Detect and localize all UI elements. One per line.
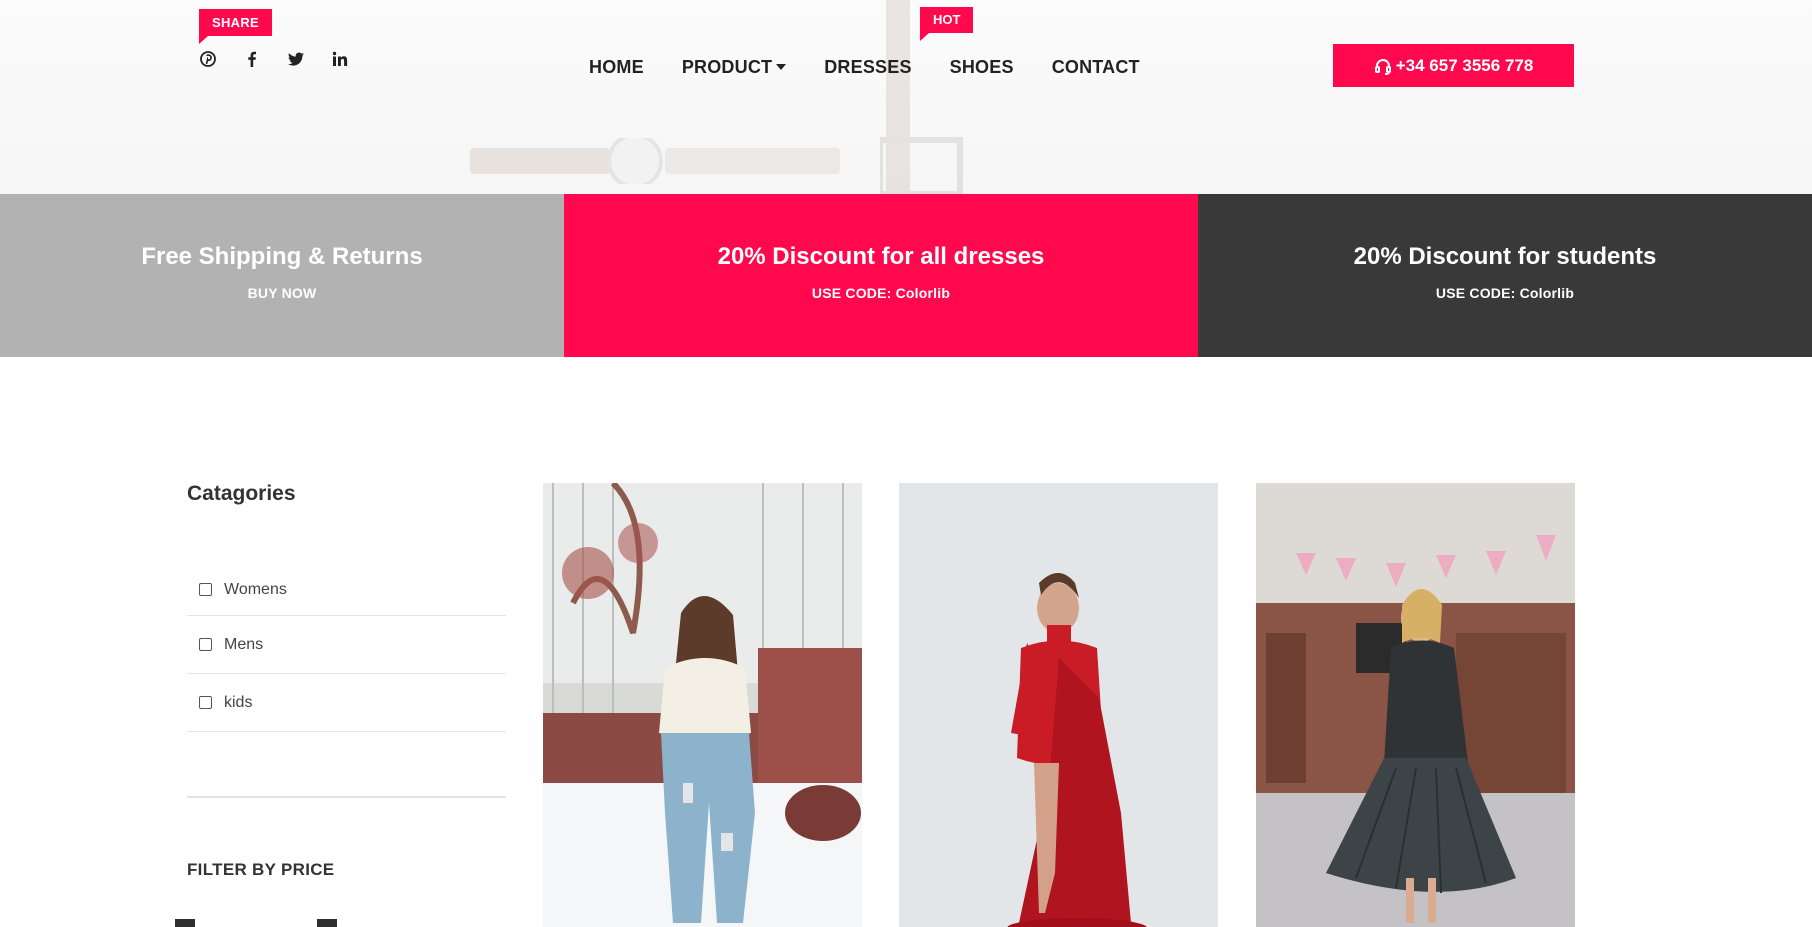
- nav-contact[interactable]: CONTACT: [1052, 57, 1140, 78]
- price-filter-title: FILTER BY PRICE: [187, 860, 335, 879]
- nav-dresses-label: DRESSES: [824, 57, 912, 77]
- phone-button[interactable]: +34 657 3556 778: [1333, 44, 1574, 87]
- promo-buy-now-link[interactable]: BUY NOW: [248, 285, 317, 301]
- watch-decoration: [470, 138, 840, 184]
- category-checkbox[interactable]: [199, 583, 212, 596]
- price-max-handle[interactable]: [317, 919, 337, 927]
- categories-title: Catagories: [187, 482, 296, 505]
- pinterest-icon[interactable]: [197, 48, 219, 70]
- nav-contact-label: CONTACT: [1051, 57, 1140, 77]
- promo-title: Free Shipping & Returns: [141, 242, 423, 270]
- phone-number: +34 657 3556 778: [1395, 55, 1534, 75]
- category-list: Womens Mens kids: [187, 564, 506, 732]
- social-links: [197, 48, 351, 70]
- nav-shoes[interactable]: SHOES: [950, 57, 1014, 78]
- category-item-kids[interactable]: kids: [187, 674, 506, 732]
- category-checkbox[interactable]: [199, 696, 212, 709]
- product-photo-red-dress: [899, 483, 1218, 927]
- promo-free-shipping[interactable]: Free Shipping & Returns BUY NOW: [0, 194, 564, 357]
- nav-home-label: HOME: [589, 57, 644, 77]
- product-photo-pleated-skirt: [1256, 483, 1575, 927]
- site-header: SHARE HOME PRODUCT DRESSES SHOES CONTACT…: [0, 0, 1812, 194]
- nav-product-label: PRODUCT: [681, 57, 773, 77]
- nav-shoes-label: SHOES: [949, 57, 1014, 77]
- product-image-card[interactable]: [1256, 483, 1575, 927]
- nav-dresses[interactable]: DRESSES: [824, 57, 911, 78]
- nav-product[interactable]: PRODUCT: [681, 57, 787, 78]
- category-item-mens[interactable]: Mens: [187, 616, 506, 674]
- promo-dresses-discount[interactable]: 20% Discount for all dresses USE CODE: C…: [564, 194, 1198, 357]
- promo-code: USE CODE: Colorlib: [811, 284, 951, 301]
- price-range-slider[interactable]: [175, 909, 506, 927]
- promo-title: 20% Discount for students: [1353, 242, 1657, 270]
- hot-badge: HOT: [920, 7, 974, 41]
- filter-sidebar: Catagories Womens Mens kids FILTER BY PR…: [175, 470, 506, 927]
- promo-code: USE CODE: Colorlib: [1435, 284, 1575, 301]
- linkedin-icon[interactable]: [329, 48, 351, 70]
- product-photo-woman-jeans: [543, 483, 862, 927]
- twitter-icon[interactable]: [285, 48, 307, 70]
- category-label: Mens: [224, 635, 264, 653]
- category-label: kids: [224, 693, 253, 711]
- headset-icon: [1374, 58, 1391, 75]
- category-label: Womens: [224, 580, 287, 598]
- share-badge: SHARE: [199, 9, 273, 44]
- product-image-card[interactable]: [543, 483, 862, 927]
- facebook-icon[interactable]: [241, 48, 263, 70]
- sidebar-divider: [187, 796, 506, 798]
- product-image-card[interactable]: [899, 483, 1218, 927]
- caret-down-icon: [776, 64, 787, 70]
- promo-title: 20% Discount for all dresses: [717, 242, 1045, 270]
- category-checkbox[interactable]: [199, 638, 212, 651]
- nav-home[interactable]: HOME: [589, 57, 644, 78]
- main-nav: HOME PRODUCT DRESSES SHOES CONTACT: [589, 57, 1178, 78]
- price-min-handle[interactable]: [175, 919, 195, 927]
- category-item-womens[interactable]: Womens: [187, 564, 506, 616]
- promo-students-discount[interactable]: 20% Discount for students USE CODE: Colo…: [1198, 194, 1812, 357]
